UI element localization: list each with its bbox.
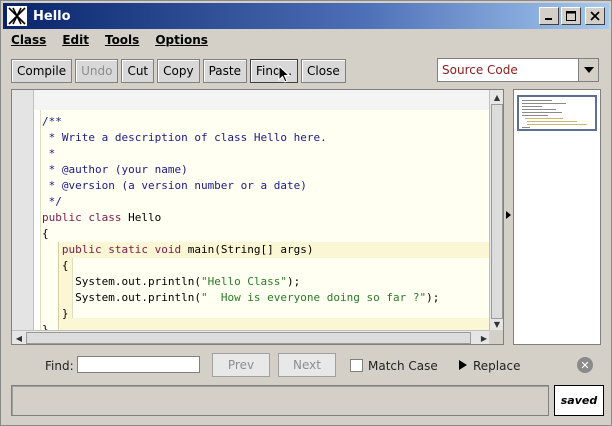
menu-options[interactable]: Options	[147, 33, 216, 47]
pane-splitter[interactable]	[504, 89, 512, 345]
code-token: /**	[42, 115, 62, 128]
saved-status: saved	[554, 385, 604, 416]
close-button[interactable]: Close	[301, 59, 346, 83]
code-token: );	[287, 275, 301, 288]
code-token: System.out.println(	[42, 291, 201, 304]
match-case-label[interactable]: Match Case	[368, 359, 438, 373]
find-label: Find:	[45, 359, 74, 373]
vertical-scroll-thumb[interactable]	[491, 104, 503, 319]
paste-button[interactable]: Paste	[202, 59, 247, 83]
menu-bar: Class Edit Tools Options	[3, 30, 216, 50]
code-line[interactable]: {	[42, 226, 49, 242]
compile-button[interactable]: Compile	[11, 59, 73, 83]
code-token: main(String[] args)	[187, 243, 314, 256]
code-line[interactable]: System.out.println(" How is everyone doi…	[42, 290, 439, 306]
code-line[interactable]: * Write a description of class Hello her…	[42, 130, 327, 146]
close-window-button[interactable]	[585, 7, 605, 25]
scroll-up-icon[interactable]: ▲	[490, 90, 504, 104]
code-line[interactable]: {	[42, 258, 69, 274]
dropdown-arrow[interactable]	[578, 59, 598, 81]
code-token: "Hello Class"	[200, 275, 288, 288]
scroll-corner	[489, 330, 503, 344]
code-token: */	[42, 195, 62, 208]
cut-button[interactable]: Cut	[121, 59, 155, 83]
code-area[interactable]: /** * Write a description of class Hello…	[34, 90, 491, 331]
window-title: Hello	[33, 8, 71, 24]
code-token: * @version (a version number or a date)	[42, 179, 307, 192]
match-case-checkbox[interactable]	[350, 359, 363, 372]
code-token: System.out.println(	[42, 275, 201, 288]
find-bar: Find: Prev Next Match Case Replace ✕	[1, 351, 612, 379]
maximize-button[interactable]	[561, 7, 581, 25]
editor-window: Hello Class Edit Tools Options Compile U…	[0, 0, 612, 426]
view-selector[interactable]: Source Code	[437, 58, 599, 82]
code-line[interactable]: public static void main(String[] args)	[42, 242, 314, 258]
scroll-down-icon[interactable]: ▼	[490, 317, 504, 331]
view-selector-value: Source Code	[442, 63, 518, 77]
code-line[interactable]: */	[42, 194, 62, 210]
undo-button[interactable]: Undo	[75, 59, 119, 83]
menu-edit[interactable]: Edit	[54, 33, 97, 47]
menu-class[interactable]: Class	[3, 33, 54, 47]
vertical-scrollbar[interactable]: ▲ ▼	[489, 90, 503, 331]
collapse-arrow-icon[interactable]	[506, 211, 511, 219]
scroll-left-icon[interactable]: ◀	[12, 331, 26, 345]
minimize-icon	[545, 18, 552, 20]
menu-tools[interactable]: Tools	[97, 33, 147, 47]
code-token: * @author (your name)	[42, 163, 188, 176]
maximize-icon	[566, 11, 576, 21]
code-line[interactable]: System.out.println("Hello Class");	[42, 274, 300, 290]
toolbar: Compile Undo Cut Copy Paste Find... Clos…	[11, 59, 346, 83]
find-input[interactable]	[77, 356, 200, 373]
mouse-pointer-icon	[278, 65, 291, 83]
code-token: {	[42, 227, 49, 240]
code-token: );	[426, 291, 440, 304]
copy-button[interactable]: Copy	[157, 59, 200, 83]
navigation-view-thumbnail[interactable]	[517, 95, 597, 131]
code-line[interactable]: }	[42, 306, 69, 322]
horizontal-scroll-thumb[interactable]	[26, 332, 471, 344]
prev-button[interactable]: Prev	[212, 353, 270, 377]
code-line[interactable]: public class Hello	[42, 210, 161, 226]
code-token: * Write a description of class Hello her…	[42, 131, 327, 144]
code-line[interactable]: *	[42, 146, 56, 162]
replace-label[interactable]: Replace	[473, 359, 520, 373]
close-find-icon[interactable]: ✕	[577, 357, 593, 373]
title-bar[interactable]: Hello	[3, 3, 609, 29]
code-token: public static void	[42, 243, 188, 256]
code-editor[interactable]: /** * Write a description of class Hello…	[11, 89, 504, 345]
navigation-view[interactable]	[513, 89, 601, 345]
minimize-button[interactable]	[539, 7, 559, 25]
code-token: " How is everyone doing so far ?"	[200, 291, 427, 304]
code-line[interactable]: /**	[42, 114, 62, 130]
code-line[interactable]: * @version (a version number or a date)	[42, 178, 307, 194]
next-button[interactable]: Next	[278, 353, 336, 377]
code-token: *	[42, 147, 56, 160]
code-token: public class	[42, 211, 129, 224]
blue-j-logo-icon	[7, 6, 27, 26]
status-message-area	[11, 385, 549, 416]
close-icon	[590, 11, 600, 21]
code-token: }	[42, 307, 69, 320]
code-token: {	[42, 259, 69, 272]
chevron-down-icon	[583, 67, 594, 73]
code-token: Hello	[128, 211, 162, 224]
line-gutter	[12, 90, 34, 331]
expand-replace-icon[interactable]	[459, 360, 467, 370]
code-line[interactable]: * @author (your name)	[42, 162, 188, 178]
horizontal-scrollbar[interactable]: ◀ ▶	[12, 330, 491, 344]
